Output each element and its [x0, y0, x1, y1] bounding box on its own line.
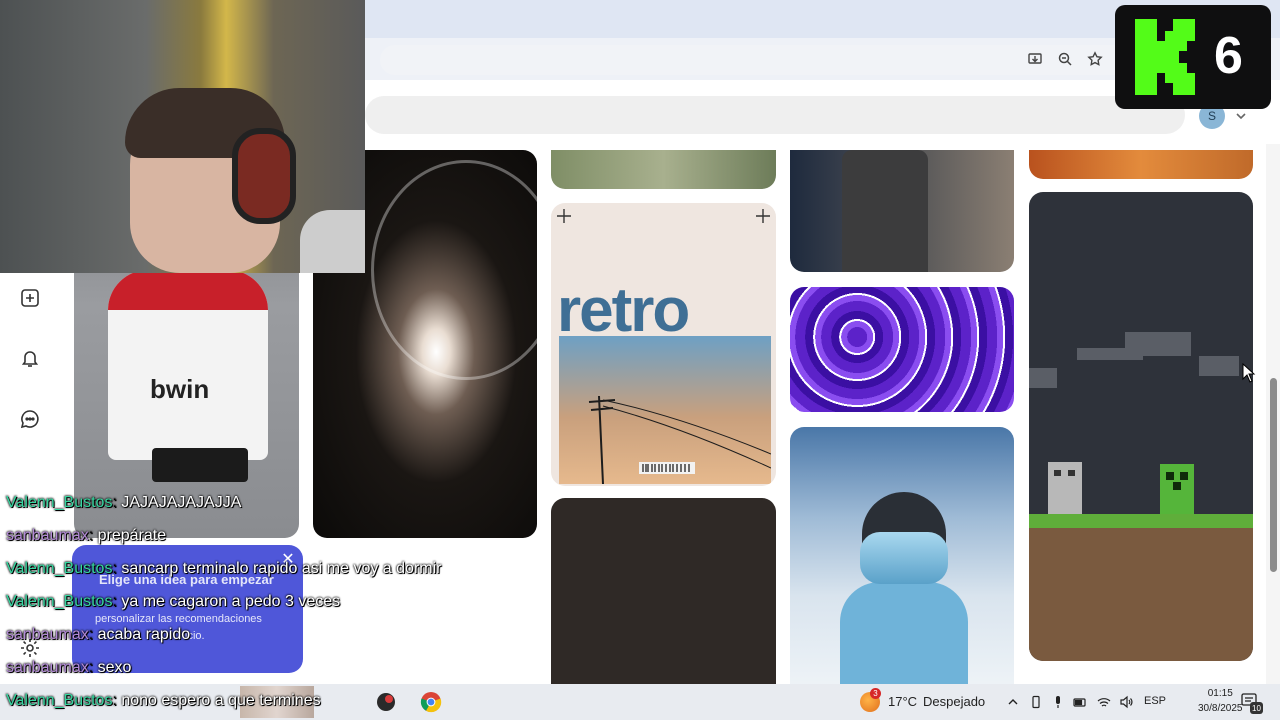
chat-message: sancarp terminalo rapido asi me voy a do… — [121, 560, 442, 577]
chat-line: Valenn_Bustos: nono espero a que termine… — [6, 692, 321, 709]
notification-badge: 10 — [1250, 702, 1263, 714]
chat-line: sanbaumax: sexo — [6, 659, 132, 676]
messages-chat-icon[interactable] — [18, 407, 42, 431]
pin-retro-poster[interactable]: retro — [551, 203, 776, 486]
notifications-bell-icon[interactable] — [18, 346, 42, 370]
kick-badge-number: 6 — [1214, 27, 1243, 85]
bookmark-star-icon[interactable] — [1083, 47, 1107, 71]
taskbar-weather-condition[interactable]: Despejado — [923, 694, 985, 709]
pin-orange-image[interactable] — [1029, 150, 1253, 179]
chrome-icon[interactable] — [417, 688, 445, 716]
chat-message: JAJAJAJAJAJJA — [121, 494, 242, 511]
chat-username: Valenn_Bustos — [6, 494, 113, 511]
create-plus-icon[interactable] — [18, 286, 42, 310]
webcam-overlay — [0, 0, 365, 273]
chevron-down-icon[interactable] — [1233, 108, 1249, 124]
plus-icon — [557, 209, 571, 223]
weather-badge: 3 — [870, 688, 881, 699]
pin-moai-headset-image[interactable] — [790, 150, 1014, 272]
chat-username: Valenn_Bustos — [6, 560, 113, 577]
chat-line: Valenn_Bustos: ya me cagaron a pedo 3 ve… — [6, 593, 341, 610]
headset — [232, 128, 296, 224]
chat-username: sanbaumax — [6, 659, 89, 676]
taskbar-date: 30/8/2025 — [1198, 703, 1243, 714]
wifi-icon[interactable] — [1096, 694, 1112, 710]
taskbar-clock[interactable]: 01:15 30/8/2025 — [1198, 686, 1243, 716]
pin-purple-swirl-image[interactable] — [790, 287, 1014, 412]
taskbar-language[interactable]: ESP — [1144, 695, 1166, 707]
search-input[interactable] — [365, 96, 1185, 134]
device-icon[interactable] — [1028, 694, 1044, 710]
chat-line: Valenn_Bustos: JAJAJAJAJAJJA — [6, 494, 242, 511]
chat-line: Valenn_Bustos: sancarp terminalo rapido … — [6, 560, 442, 577]
install-app-icon[interactable] — [1023, 47, 1047, 71]
popup-body-line1: personalizar las recomendaciones — [95, 613, 262, 625]
volume-icon[interactable] — [1118, 694, 1134, 710]
taskbar-app-icon[interactable] — [372, 688, 400, 716]
pin-green-image[interactable] — [551, 150, 776, 189]
taskbar-time: 01:15 — [1207, 688, 1233, 699]
pin-dark-image[interactable] — [551, 498, 776, 688]
chat-message: ya me cagaron a pedo 3 veces — [121, 593, 341, 610]
chat-username: sanbaumax — [6, 626, 89, 643]
taskbar-temperature[interactable]: 17°C — [888, 694, 917, 709]
chat-line: sanbaumax: acaba rapido — [6, 626, 191, 643]
pin-kid-shirt-text: bwin — [150, 374, 210, 404]
chevron-up-icon[interactable] — [1005, 694, 1021, 710]
page-scrollbar-thumb[interactable] — [1270, 378, 1277, 572]
chat-message: acaba rapido — [97, 626, 191, 643]
chat-username: Valenn_Bustos — [6, 593, 113, 610]
microphone-icon[interactable] — [1050, 694, 1066, 710]
chat-username: sanbaumax — [6, 527, 89, 544]
pin-skier-image[interactable] — [790, 427, 1014, 687]
pin-retro-sky — [559, 336, 772, 485]
pin-pixel-art-image[interactable] — [1029, 192, 1253, 661]
plus-icon — [756, 209, 770, 223]
battery-icon[interactable] — [1072, 694, 1088, 710]
chat-line: sanbaumax: prepárate — [6, 527, 167, 544]
zoom-icon[interactable] — [1053, 47, 1077, 71]
mouse-cursor-icon — [1242, 363, 1256, 383]
chat-message: prepárate — [97, 527, 167, 544]
chat-username: Valenn_Bustos — [6, 692, 113, 709]
chat-message: sexo — [97, 659, 132, 676]
kick-logo-icon — [1135, 19, 1195, 95]
pin-kid-shirt: bwin — [108, 270, 268, 460]
chat-message: nono espero a que termines — [121, 692, 321, 709]
